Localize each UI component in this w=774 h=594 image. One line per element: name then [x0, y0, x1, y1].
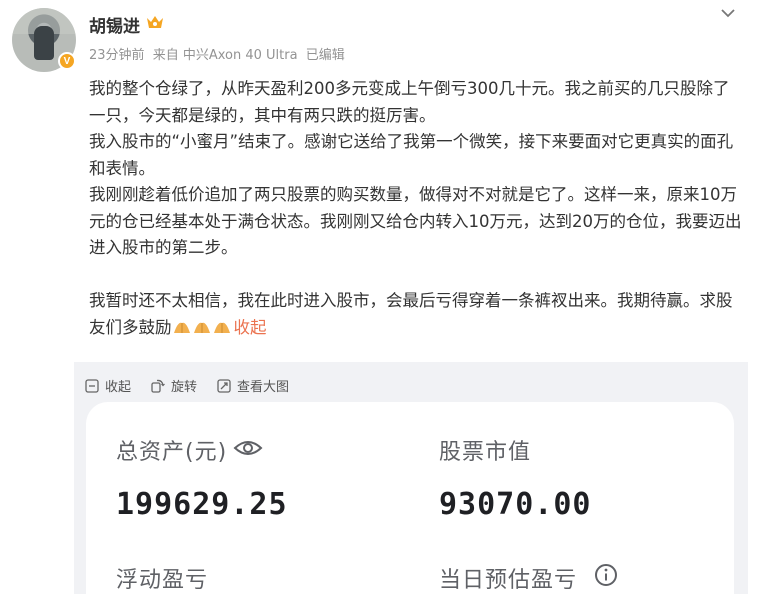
collapse-image-button[interactable]: 收起 — [85, 376, 131, 395]
floating-pl-label: 浮动盈亏 — [116, 568, 209, 593]
image-toolbar: 收起 旋转 查看大图 — [85, 376, 289, 395]
post-edited[interactable]: 已编辑 — [306, 48, 345, 63]
post-body: 我的整个仓绿了，从昨天盈利200多元变成上午倒亏300几十元。我之前买的几只股除… — [89, 76, 744, 341]
praying-hands-emoji-icon — [173, 322, 190, 333]
post-time[interactable]: 23分钟前 — [89, 48, 145, 63]
praying-hands-emoji-icon — [213, 322, 230, 333]
eye-icon[interactable] — [233, 438, 263, 458]
collapse-text-link[interactable]: 收起 — [234, 318, 267, 337]
rotate-image-button[interactable]: 旋转 — [151, 376, 197, 395]
verified-badge-icon: V — [58, 52, 76, 70]
rotate-icon — [151, 379, 165, 393]
post-meta: 23分钟前 来自 中兴Axon 40 Ultra 已编辑 — [89, 44, 349, 63]
post-source: 来自 中兴Axon 40 Ultra — [152, 48, 298, 63]
post-paragraph: 我的整个仓绿了，从昨天盈利200多元变成上午倒亏300几十元。我之前买的几只股除… — [89, 79, 730, 125]
view-large-icon — [217, 378, 231, 393]
total-assets-value: 199629.25 — [116, 487, 288, 522]
collapse-label: 收起 — [105, 380, 132, 395]
crown-icon — [147, 16, 163, 28]
post-paragraph-last: 我暂时还不太相信，我在此时进入股市，会最后亏得穿着一条裤衩出来。我期待赢。求股友… — [89, 288, 744, 341]
chevron-down-icon[interactable] — [719, 4, 737, 22]
view-large-label: 查看大图 — [237, 380, 290, 395]
market-value-label: 股票市值 — [439, 440, 532, 465]
post-paragraph: 我刚刚趁着低价追加了两只股票的购买数量，做得对不对就是它了。这样一来，原来10万… — [89, 185, 742, 257]
view-large-image-button[interactable]: 查看大图 — [217, 376, 289, 395]
praying-hands-emoji-icon — [193, 322, 210, 333]
avatar-figure — [34, 26, 54, 60]
username[interactable]: 胡锡进 — [89, 12, 140, 37]
info-icon[interactable] — [594, 563, 618, 587]
market-value-value: 93070.00 — [439, 487, 592, 522]
post-paragraph: 我入股市的“小蜜月”结束了。感谢它送给了我第一个微笑，接下来要面对它更真实的面孔… — [89, 132, 734, 178]
collapse-icon — [85, 378, 99, 393]
total-assets-label: 总资产(元) — [116, 440, 228, 465]
daily-pl-label: 当日预估盈亏 — [439, 568, 578, 593]
rotate-label: 旋转 — [171, 380, 198, 395]
